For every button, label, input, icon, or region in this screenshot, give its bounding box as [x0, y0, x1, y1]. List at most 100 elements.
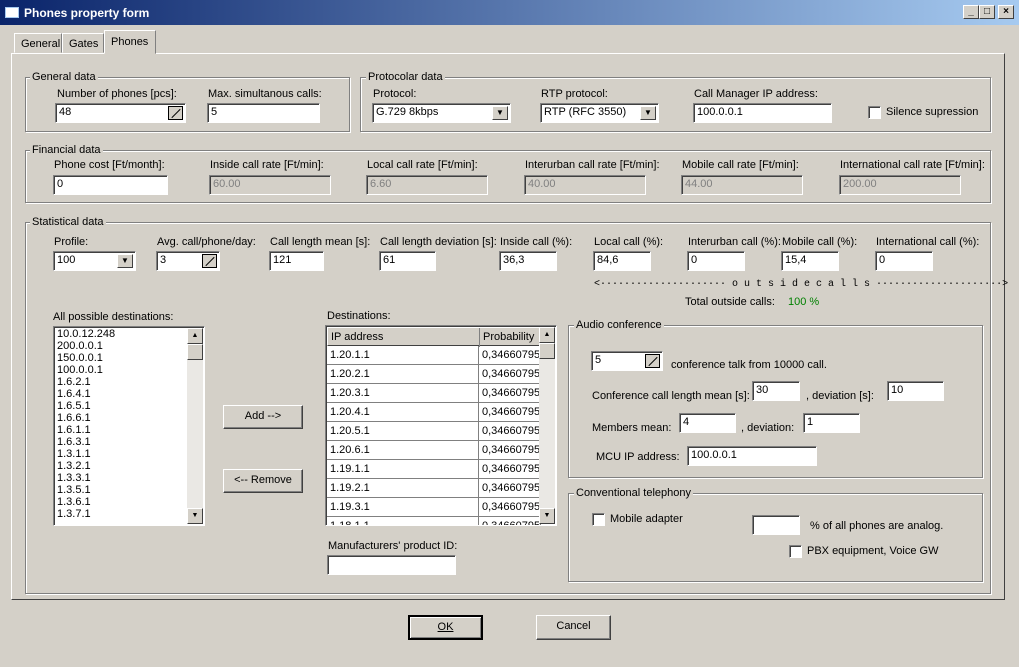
- probability-cell[interactable]: 0,34660795: [479, 346, 541, 365]
- profile-select[interactable]: 100 ▼: [53, 251, 136, 271]
- max-calls-input[interactable]: 5: [207, 103, 320, 123]
- analog-percent-input[interactable]: [752, 515, 800, 535]
- chevron-down-icon[interactable]: ▼: [492, 106, 508, 120]
- spin-icon[interactable]: [168, 106, 183, 120]
- avg-call-input[interactable]: 3: [156, 251, 220, 271]
- table-row[interactable]: 1.19.2.1 0,34660795: [327, 479, 541, 498]
- destination-option[interactable]: 1.6.6.1: [54, 412, 187, 424]
- num-phones-input[interactable]: 48: [55, 103, 186, 123]
- probability-cell[interactable]: 0,34660795: [479, 498, 541, 517]
- inside-call-input[interactable]: 36,3: [499, 251, 557, 271]
- probability-cell[interactable]: 0,34660795: [479, 460, 541, 479]
- conf-length-mean-input[interactable]: 30: [752, 381, 800, 401]
- minimize-button[interactable]: _: [963, 5, 979, 19]
- destination-option[interactable]: 200.0.0.1: [54, 340, 187, 352]
- probability-cell[interactable]: 0,34660795: [479, 384, 541, 403]
- remove-button[interactable]: <-- Remove: [223, 469, 303, 493]
- local-call-input[interactable]: 84,6: [593, 251, 651, 271]
- silence-suppression-checkbox[interactable]: [868, 106, 881, 119]
- destinations-scrollbar[interactable]: ▲ ▼: [539, 327, 555, 524]
- ip-address-cell[interactable]: 1.20.4.1: [327, 403, 479, 422]
- destinations-grid[interactable]: IP address Probability 1.20.1.1 0,3466079…: [325, 325, 557, 526]
- destination-option[interactable]: 1.6.5.1: [54, 400, 187, 412]
- table-row[interactable]: 1.20.5.1 0,34660795: [327, 422, 541, 441]
- destination-option[interactable]: 1.6.2.1: [54, 376, 187, 388]
- destination-option[interactable]: 1.3.6.1: [54, 496, 187, 508]
- conf-length-deviation-input[interactable]: 10: [887, 381, 944, 401]
- destination-option[interactable]: 1.6.4.1: [54, 388, 187, 400]
- destination-option[interactable]: 1.3.1.1: [54, 448, 187, 460]
- cm-ip-input[interactable]: 100.0.0.1: [693, 103, 832, 123]
- mobile-call-input[interactable]: 15,4: [781, 251, 839, 271]
- ip-address-cell[interactable]: 1.20.1.1: [327, 346, 479, 365]
- destination-option[interactable]: 1.3.3.1: [54, 472, 187, 484]
- protocol-select[interactable]: G.729 8kbps ▼: [372, 103, 511, 123]
- close-button[interactable]: ×: [998, 5, 1014, 19]
- ip-address-cell[interactable]: 1.20.6.1: [327, 441, 479, 460]
- phone-cost-input[interactable]: 0: [53, 175, 168, 195]
- ok-button[interactable]: OK: [408, 615, 483, 640]
- interurban-call-input[interactable]: 0: [687, 251, 745, 271]
- mobile-adapter-checkbox[interactable]: [592, 513, 605, 526]
- destination-option[interactable]: 1.6.3.1: [54, 436, 187, 448]
- table-row[interactable]: 1.18.1.1 0,34660795: [327, 517, 541, 525]
- ip-address-cell[interactable]: 1.19.3.1: [327, 498, 479, 517]
- table-row[interactable]: 1.20.2.1 0,34660795: [327, 365, 541, 384]
- scroll-up-icon[interactable]: ▲: [187, 328, 203, 344]
- tab-phones[interactable]: Phones: [104, 30, 156, 54]
- destination-option[interactable]: 1.6.1.1: [54, 424, 187, 436]
- pbx-equipment-checkbox[interactable]: [789, 545, 802, 558]
- scroll-thumb[interactable]: [187, 344, 203, 360]
- ip-address-cell[interactable]: 1.20.5.1: [327, 422, 479, 441]
- scroll-up-icon[interactable]: ▲: [539, 327, 555, 343]
- manufacturer-id-input[interactable]: [327, 555, 456, 575]
- ip-address-cell[interactable]: 1.19.2.1: [327, 479, 479, 498]
- table-row[interactable]: 1.20.3.1 0,34660795: [327, 384, 541, 403]
- destination-option[interactable]: 150.0.0.1: [54, 352, 187, 364]
- probability-cell[interactable]: 0,34660795: [479, 441, 541, 460]
- tab-general[interactable]: General: [14, 33, 62, 53]
- members-deviation-input[interactable]: 1: [803, 413, 860, 433]
- probability-cell[interactable]: 0,34660795: [479, 403, 541, 422]
- ip-address-cell[interactable]: 1.20.3.1: [327, 384, 479, 403]
- cancel-button[interactable]: Cancel: [536, 615, 611, 640]
- destination-option[interactable]: 10.0.12.248: [54, 328, 187, 340]
- ip-address-cell[interactable]: 1.19.1.1: [327, 460, 479, 479]
- destination-option[interactable]: 1.3.2.1: [54, 460, 187, 472]
- conference-count-input[interactable]: 5: [591, 351, 663, 371]
- table-row[interactable]: 1.20.6.1 0,34660795: [327, 441, 541, 460]
- probability-header[interactable]: Probability: [480, 328, 542, 347]
- spin-icon[interactable]: [645, 354, 660, 368]
- ip-address-cell[interactable]: 1.20.2.1: [327, 365, 479, 384]
- call-length-deviation-input[interactable]: 61: [379, 251, 436, 271]
- probability-cell[interactable]: 0,34660795: [479, 422, 541, 441]
- all-destinations-list[interactable]: 10.0.12.248 200.0.0.1 150.0.0.1 100.0.0.1 1.…: [53, 326, 205, 526]
- table-row[interactable]: 1.20.4.1 0,34660795: [327, 403, 541, 422]
- scroll-thumb[interactable]: [539, 343, 555, 359]
- scroll-down-icon[interactable]: ▼: [187, 508, 203, 524]
- tab-gates[interactable]: Gates: [62, 33, 104, 53]
- add-button[interactable]: Add -->: [223, 405, 303, 429]
- destination-option[interactable]: 1.3.5.1: [54, 484, 187, 496]
- all-destinations-scrollbar[interactable]: ▲ ▼: [187, 328, 203, 524]
- scroll-down-icon[interactable]: ▼: [539, 508, 555, 524]
- probability-cell[interactable]: 0,34660795: [479, 365, 541, 384]
- mcu-ip-input[interactable]: 100.0.0.1: [687, 446, 817, 466]
- table-row[interactable]: 1.20.1.1 0,34660795: [327, 346, 541, 365]
- rtp-select[interactable]: RTP (RFC 3550) ▼: [540, 103, 659, 123]
- call-length-mean-input[interactable]: 121: [269, 251, 324, 271]
- destination-option[interactable]: 1.3.7.1: [54, 508, 187, 520]
- spin-icon[interactable]: [202, 254, 217, 268]
- ip-address-cell[interactable]: 1.18.1.1: [327, 517, 479, 525]
- table-row[interactable]: 1.19.1.1 0,34660795: [327, 460, 541, 479]
- probability-cell[interactable]: 0,34660795: [479, 517, 541, 525]
- chevron-down-icon[interactable]: ▼: [117, 254, 133, 268]
- table-row[interactable]: 1.19.3.1 0,34660795: [327, 498, 541, 517]
- maximize-button[interactable]: □: [979, 5, 995, 19]
- members-mean-input[interactable]: 4: [679, 413, 736, 433]
- ip-address-header[interactable]: IP address: [328, 328, 480, 347]
- probability-cell[interactable]: 0,34660795: [479, 479, 541, 498]
- chevron-down-icon[interactable]: ▼: [640, 106, 656, 120]
- international-call-input[interactable]: 0: [875, 251, 933, 271]
- destination-option[interactable]: 100.0.0.1: [54, 364, 187, 376]
